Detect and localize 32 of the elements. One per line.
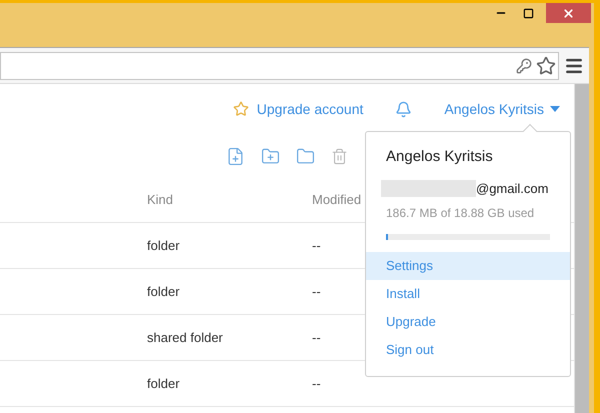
table-cell-text: folder (147, 236, 181, 255)
storage-usage: 186.7 MB of 18.88 GB used (385, 205, 536, 222)
table-cell-text: folder (147, 374, 181, 393)
column-header: Modified (312, 191, 362, 210)
table-cell-text: -- (312, 374, 321, 393)
table-cell-text: -- (312, 282, 321, 301)
account-name: Angelos Kyritsis (385, 147, 494, 167)
bookmark-star-icon[interactable] (536, 56, 556, 76)
table-cell-text: shared folder (147, 328, 224, 347)
star-icon (232, 101, 249, 117)
user-menu-link[interactable]: Angelos Kyritsis (444, 98, 544, 120)
menu-item[interactable]: Sign out (366, 336, 570, 364)
key-icon[interactable] (516, 58, 532, 74)
new-folder-icon[interactable] (261, 146, 280, 166)
scrollbar[interactable] (574, 84, 589, 413)
caret-icon[interactable] (550, 106, 560, 112)
table-cell-text: folder (147, 282, 181, 301)
maximize-icon[interactable] (523, 8, 534, 18)
table-cell-text: -- (312, 328, 321, 347)
new-file-icon[interactable] (226, 146, 245, 166)
menu-item[interactable]: Settings (366, 252, 570, 280)
menu-item[interactable]: Install (366, 280, 570, 308)
column-header: Kind (147, 191, 174, 210)
trash-icon[interactable] (331, 148, 348, 164)
bell-icon[interactable] (395, 100, 412, 118)
account-email: @gmail.com (476, 180, 548, 198)
menu-item[interactable]: Upgrade (366, 308, 570, 336)
upgrade-account-link[interactable]: Upgrade account (256, 98, 364, 120)
close-icon (562, 6, 575, 20)
folder-icon[interactable] (296, 146, 315, 166)
table-cell-text: -- (312, 236, 321, 255)
close-button[interactable] (546, 3, 591, 23)
